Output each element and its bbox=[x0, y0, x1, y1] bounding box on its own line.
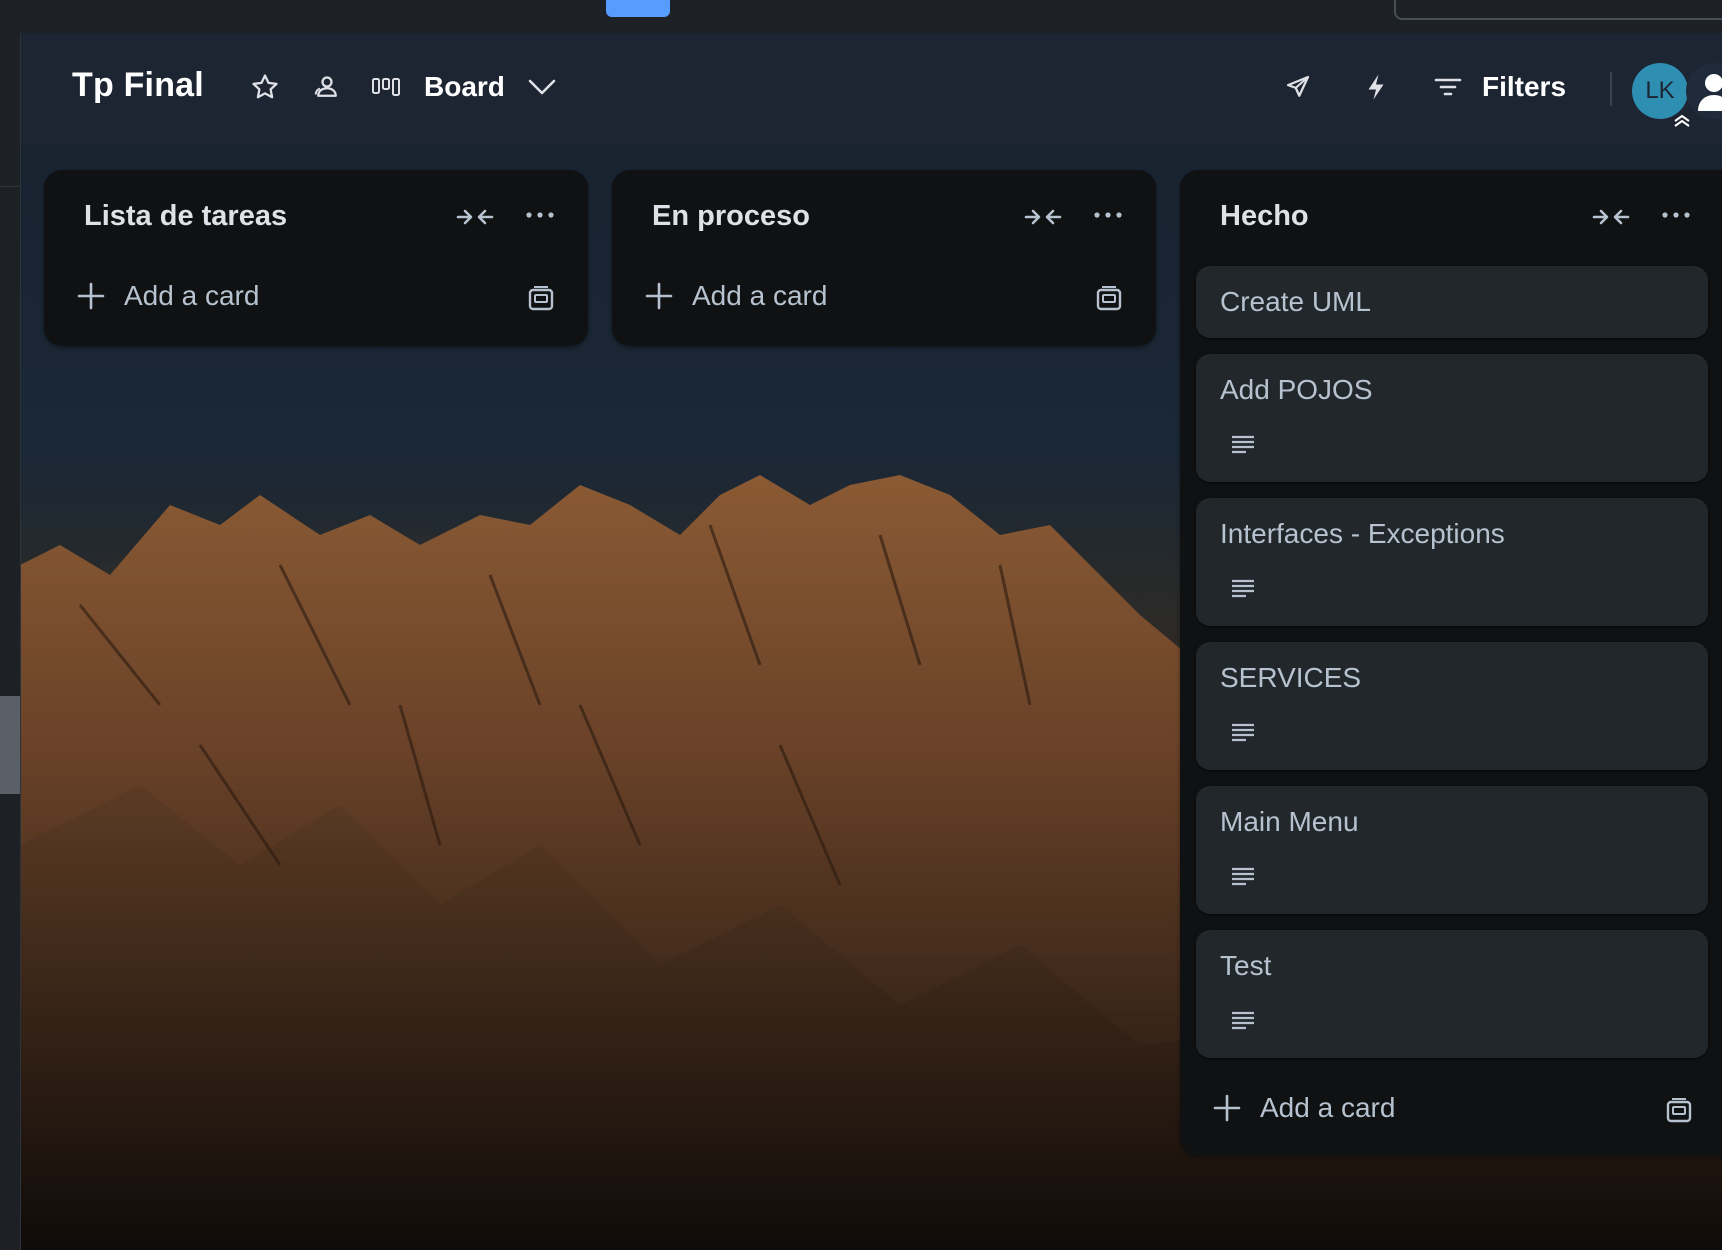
collapse-icon[interactable] bbox=[1592, 203, 1630, 231]
admin-chevron-icon bbox=[1672, 107, 1692, 127]
board-view-label: Board bbox=[424, 71, 505, 102]
card[interactable]: Interfaces - Exceptions bbox=[1196, 498, 1708, 626]
card-title: Test bbox=[1220, 950, 1272, 981]
list-en-proceso: En proceso Add a card bbox=[612, 170, 1156, 346]
sidebar-divider bbox=[0, 186, 20, 187]
board-header: Tp Final Board Filters LK bbox=[20, 33, 1722, 145]
list-hecho: Hecho Create UML Add POJOS Interfaces - … bbox=[1180, 170, 1722, 1156]
add-card-label: Add a card bbox=[124, 280, 260, 311]
card-template-icon[interactable] bbox=[1664, 1096, 1694, 1126]
add-card-button[interactable]: Add a card bbox=[644, 280, 827, 312]
description-icon bbox=[1230, 866, 1256, 888]
rocket-icon[interactable] bbox=[1276, 65, 1320, 109]
add-card-label: Add a card bbox=[1260, 1092, 1396, 1123]
search-box[interactable] bbox=[1394, 0, 1722, 20]
list-title[interactable]: Lista de tareas bbox=[84, 200, 287, 233]
card-title: Create UML bbox=[1220, 286, 1371, 317]
plus-icon bbox=[76, 281, 106, 311]
more-icon[interactable] bbox=[1658, 200, 1694, 230]
description-icon bbox=[1230, 722, 1256, 744]
filters-button[interactable]: Filters bbox=[1434, 61, 1566, 113]
collapse-icon[interactable] bbox=[456, 203, 494, 231]
plus-icon bbox=[1212, 1093, 1242, 1123]
add-card-button[interactable]: Add a card bbox=[1212, 1092, 1395, 1124]
card-title: Main Menu bbox=[1220, 806, 1359, 837]
filters-label: Filters bbox=[1482, 71, 1567, 102]
description-icon bbox=[1230, 434, 1256, 456]
card[interactable]: Add POJOS bbox=[1196, 354, 1708, 482]
card-title: Add POJOS bbox=[1220, 374, 1373, 405]
chevron-down-icon bbox=[527, 77, 557, 97]
list-title[interactable]: En proceso bbox=[652, 200, 810, 233]
add-card-label: Add a card bbox=[692, 280, 828, 311]
description-icon bbox=[1230, 578, 1256, 600]
more-icon[interactable] bbox=[522, 200, 558, 230]
card[interactable]: SERVICES bbox=[1196, 642, 1708, 770]
list-title[interactable]: Hecho bbox=[1220, 200, 1309, 233]
filter-icon bbox=[1434, 76, 1462, 98]
card-title: SERVICES bbox=[1220, 662, 1362, 693]
add-card-button[interactable]: Add a card bbox=[76, 280, 259, 312]
board-title[interactable]: Tp Final bbox=[72, 66, 204, 105]
board-view-icon bbox=[372, 76, 402, 98]
top-app-bar bbox=[0, 0, 1722, 34]
card-template-icon[interactable] bbox=[526, 284, 556, 314]
members-icon[interactable] bbox=[306, 65, 348, 109]
card-title: Interfaces - Exceptions bbox=[1220, 518, 1505, 549]
collapse-icon[interactable] bbox=[1024, 203, 1062, 231]
lightning-icon[interactable] bbox=[1354, 65, 1398, 109]
card[interactable]: Main Menu bbox=[1196, 786, 1708, 914]
board-view-switcher[interactable]: Board bbox=[372, 61, 557, 113]
more-icon[interactable] bbox=[1090, 200, 1126, 230]
top-app-button[interactable] bbox=[606, 0, 670, 17]
card[interactable]: Test bbox=[1196, 930, 1708, 1058]
avatar-initials: LK bbox=[1645, 77, 1675, 104]
card-template-icon[interactable] bbox=[1094, 284, 1124, 314]
list-lista-de-tareas: Lista de tareas Add a card bbox=[44, 170, 588, 346]
card[interactable]: Create UML bbox=[1196, 266, 1708, 338]
sidebar-expand-handle[interactable] bbox=[0, 696, 20, 794]
star-icon[interactable] bbox=[244, 65, 286, 109]
avatar[interactable]: LK bbox=[1632, 63, 1690, 127]
header-divider bbox=[1610, 72, 1612, 106]
plus-icon bbox=[644, 281, 674, 311]
workspace-sidebar-collapsed bbox=[0, 33, 21, 1250]
description-icon bbox=[1230, 1010, 1256, 1032]
